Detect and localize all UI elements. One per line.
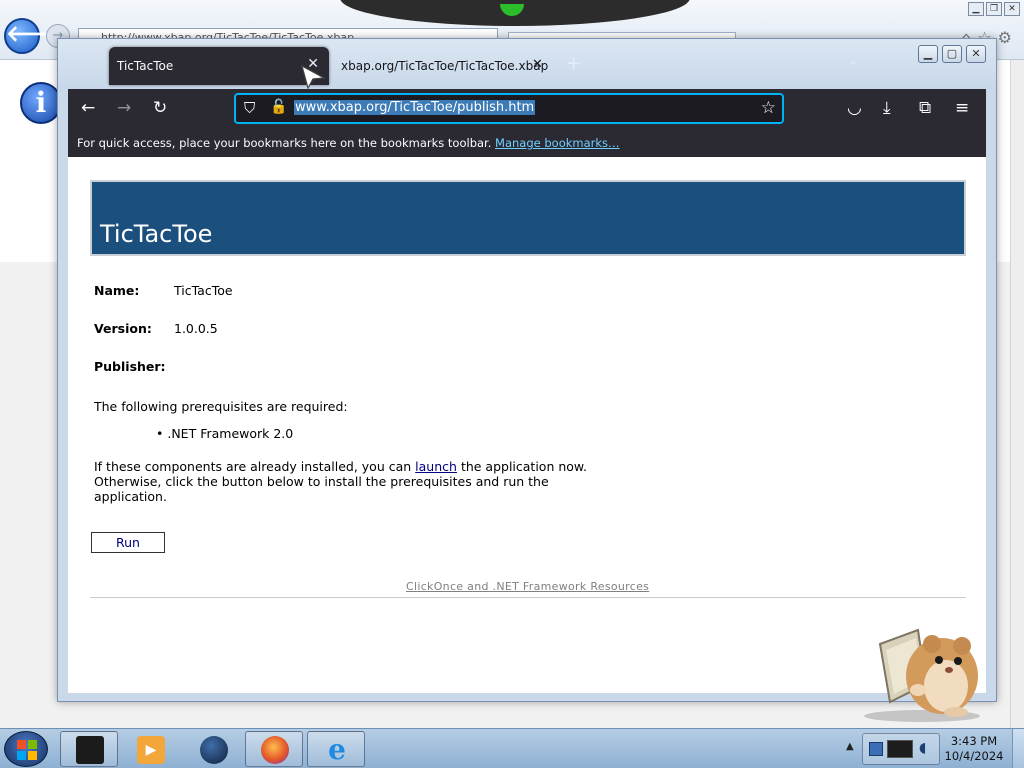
ie-back-arrow-icon[interactable]: 🡐: [4, 18, 65, 54]
clock[interactable]: 3:43 PM 10/4/2024: [942, 734, 1006, 764]
start-button[interactable]: [4, 731, 48, 767]
tab-close-icon[interactable]: ✕: [532, 57, 543, 72]
tab-tictactoe[interactable]: TicTacToe ✕: [109, 47, 329, 85]
page-content: TicTacToe Name: TicTacToe Version: 1.0.0…: [68, 157, 986, 693]
prerequisite-name: .NET Framework 2.0: [167, 426, 294, 441]
clock-date: 10/4/2024: [944, 749, 1004, 763]
name-label: Name:: [94, 283, 140, 298]
new-tab-button[interactable]: +: [566, 53, 581, 74]
system-tray: ◖: [862, 733, 940, 765]
install-text-line2: Otherwise, click the button below to ins…: [94, 474, 549, 489]
internet-explorer-icon: e: [328, 733, 346, 766]
extensions-icon[interactable]: ⧉: [919, 98, 931, 118]
tab-list-chevron-icon[interactable]: ⌄: [848, 53, 858, 67]
install-text-start: If these components are already installe…: [94, 459, 412, 474]
clickonce-resources-link[interactable]: ClickOnce and .NET Framework Resources: [406, 580, 649, 593]
taskbar: ▶ e ▲ ◖ 3:43 PM 10/4/2024: [0, 728, 1024, 768]
manage-bookmarks-link[interactable]: Manage bookmarks…: [495, 136, 620, 150]
ie-close-icon[interactable]: ✕: [1004, 2, 1020, 16]
bookmarks-hint-text: For quick access, place your bookmarks h…: [77, 136, 492, 150]
footer-divider: [90, 597, 966, 598]
maximize-button[interactable]: ▢: [942, 45, 962, 63]
taskbar-globe-app[interactable]: [184, 731, 242, 767]
minimize-button[interactable]: ▁: [918, 45, 938, 63]
launch-link[interactable]: launch: [415, 459, 457, 474]
windows-logo-icon: [17, 740, 37, 760]
window-controls: ▁ ▢ ✕: [918, 45, 986, 63]
globe-icon: [200, 736, 228, 764]
prerequisite-item: • .NET Framework 2.0: [156, 426, 294, 441]
network-icon[interactable]: [869, 742, 883, 756]
taskbar-media-player-app[interactable]: ▶: [121, 731, 179, 767]
forward-arrow-icon[interactable]: →: [117, 98, 131, 118]
taskbar-firefox-app[interactable]: [245, 731, 303, 767]
install-instructions: If these components are already installe…: [94, 459, 587, 504]
tab-strip: TicTacToe ✕ xbap.org/TicTacToe/TicTacToe…: [58, 39, 996, 89]
tracking-shield-icon[interactable]: ⛉: [244, 99, 255, 117]
taskbar-terminal-app[interactable]: [60, 731, 118, 767]
tab-label: TicTacToe: [117, 59, 174, 73]
mouse-cursor-icon: [301, 64, 326, 90]
hamster-mascot-image: [864, 628, 980, 722]
download-icon[interactable]: ⤓: [883, 98, 891, 118]
volume-icon[interactable]: ◖: [919, 740, 926, 756]
bookmark-star-icon[interactable]: ☆: [761, 98, 776, 118]
run-button[interactable]: Run: [91, 532, 165, 553]
publisher-label: Publisher:: [94, 359, 166, 374]
tab-xbap[interactable]: xbap.org/TicTacToe/TicTacToe.xbap ✕: [333, 47, 553, 85]
prerequisites-heading: The following prerequisites are required…: [94, 399, 348, 414]
show-desktop-button[interactable]: [1012, 729, 1024, 768]
terminal-icon: [76, 736, 104, 764]
close-window-button[interactable]: ✕: [966, 45, 986, 63]
ie-scrollbar[interactable]: [1010, 60, 1024, 728]
taskbar-internet-explorer-app[interactable]: e: [307, 731, 365, 767]
version-label: Version:: [94, 321, 152, 336]
tab-label: xbap.org/TicTacToe/TicTacToe.xbap: [341, 59, 549, 73]
ie-minimize-icon[interactable]: ▁: [968, 2, 984, 16]
insecure-lock-icon[interactable]: 🔓: [270, 99, 287, 115]
reload-icon[interactable]: ↻: [153, 98, 167, 118]
navigation-toolbar: ← → ↻ ⛉ 🔓 www.xbap.org/TicTacToe/publish…: [68, 89, 986, 129]
hamburger-menu-icon[interactable]: ≡: [955, 98, 969, 118]
version-value: 1.0.0.5: [174, 321, 218, 336]
install-text-line3: application.: [94, 489, 167, 504]
bookmarks-toolbar: For quick access, place your bookmarks h…: [68, 129, 986, 157]
firefox-window: TicTacToe ✕ xbap.org/TicTacToe/TicTacToe…: [57, 38, 997, 702]
firefox-icon: [261, 736, 289, 764]
tray-expand-icon[interactable]: ▲: [846, 741, 854, 752]
ie-restore-icon[interactable]: ❐: [986, 2, 1002, 16]
media-player-icon: ▶: [137, 736, 165, 764]
url-text[interactable]: www.xbap.org/TicTacToe/publish.htm: [294, 100, 536, 115]
url-bar[interactable]: ⛉ 🔓 www.xbap.org/TicTacToe/publish.htm ☆: [234, 93, 784, 124]
display-icon[interactable]: [887, 740, 913, 758]
pocket-icon[interactable]: ◡: [847, 98, 862, 118]
page-banner: TicTacToe: [90, 180, 966, 256]
ie-window-controls: ▁ ❐ ✕: [968, 2, 1020, 16]
clock-time: 3:43 PM: [950, 734, 998, 748]
back-arrow-icon[interactable]: ←: [81, 98, 95, 118]
ie-info-icon: i: [20, 82, 62, 124]
name-value: TicTacToe: [174, 283, 233, 298]
page-title: TicTacToe: [100, 220, 213, 248]
install-text-end: the application now.: [460, 459, 587, 474]
